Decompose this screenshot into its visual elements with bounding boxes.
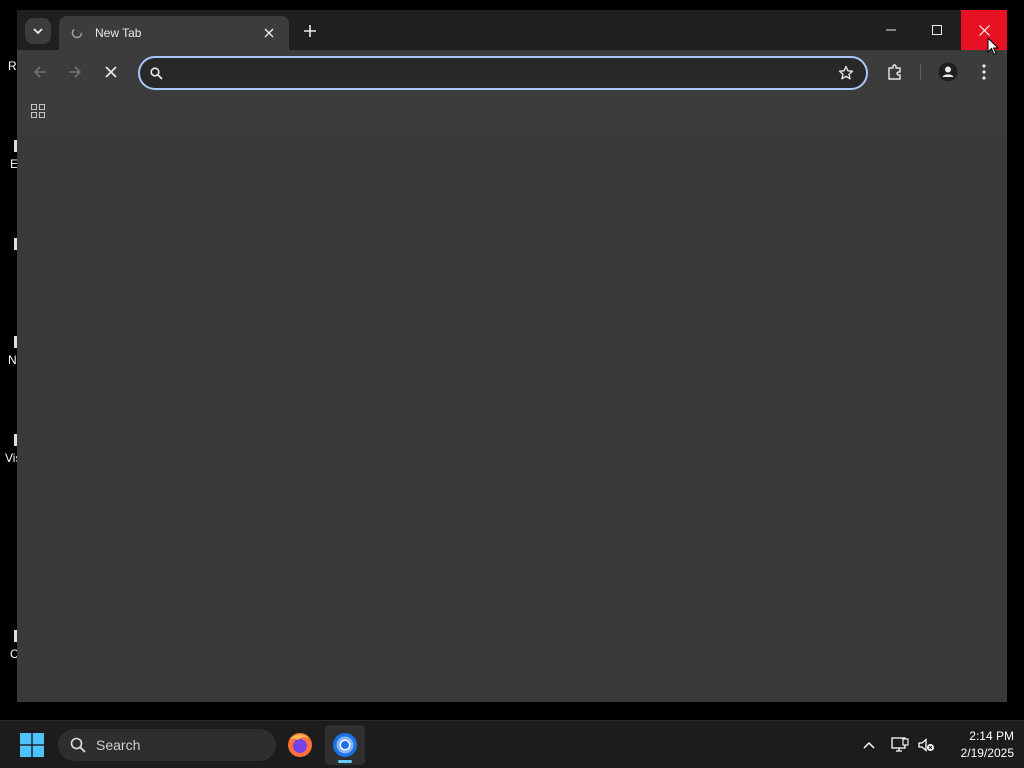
bookmark-star-icon[interactable]	[836, 63, 856, 83]
active-app-indicator	[338, 760, 352, 763]
puzzle-icon	[888, 64, 901, 80]
taskbar-app-firefox[interactable]	[280, 725, 320, 765]
stop-loading-button[interactable]	[97, 58, 125, 86]
address-input[interactable]	[173, 65, 836, 81]
maximize-icon	[932, 25, 942, 35]
taskbar-app-chrome[interactable]	[325, 725, 365, 765]
title-bar[interactable]: New Tab	[17, 10, 1007, 50]
search-icon	[70, 737, 86, 753]
new-tab-button[interactable]	[297, 18, 323, 44]
network-icon	[891, 737, 909, 752]
chevron-down-icon	[33, 28, 43, 35]
profile-icon	[938, 62, 958, 82]
tab-new-tab[interactable]: New Tab	[59, 16, 289, 50]
show-hidden-icons-button[interactable]	[857, 733, 881, 757]
arrow-right-icon	[69, 66, 82, 78]
profile-button[interactable]	[934, 58, 962, 86]
arrow-left-icon	[33, 66, 46, 78]
desktop-icon-label[interactable]: R	[8, 59, 17, 73]
plus-icon	[304, 25, 316, 37]
chevron-up-icon	[863, 741, 875, 749]
taskbar-clock[interactable]: 2:14 PM 2/19/2025	[940, 728, 1014, 762]
page-content[interactable]	[17, 130, 1007, 702]
taskbar: Search 2:14 PM 2/19/2025	[0, 720, 1024, 768]
firefox-icon	[288, 733, 312, 757]
minimize-icon	[886, 29, 896, 31]
back-button[interactable]	[26, 58, 54, 86]
close-icon	[978, 24, 990, 36]
loading-favicon-icon	[69, 25, 85, 41]
chrome-icon	[333, 733, 357, 757]
bookmarks-bar	[17, 94, 1007, 128]
apps-button[interactable]	[27, 100, 49, 122]
taskbar-search-box[interactable]: Search	[58, 729, 276, 761]
clock-time: 2:14 PM	[969, 729, 1014, 743]
menu-button[interactable]	[970, 58, 998, 86]
clock-date: 2/19/2025	[960, 746, 1014, 760]
desktop-icon-label[interactable]: N	[8, 353, 17, 367]
mouse-cursor-icon	[987, 37, 999, 56]
volume-muted-icon	[918, 738, 934, 752]
search-icon	[150, 66, 163, 80]
close-window-button[interactable]	[961, 10, 1007, 50]
toolbar-divider	[920, 64, 921, 80]
more-vertical-icon	[982, 64, 986, 80]
minimize-button[interactable]	[868, 10, 914, 50]
tab-title: New Tab	[95, 26, 142, 40]
maximize-button[interactable]	[914, 10, 960, 50]
close-icon	[105, 66, 117, 78]
taskbar-search-label: Search	[96, 737, 141, 753]
address-bar[interactable]	[138, 56, 868, 90]
extensions-button[interactable]	[881, 58, 909, 86]
apps-grid-icon	[31, 104, 45, 118]
windows-logo-icon	[20, 733, 44, 757]
forward-button[interactable]	[61, 58, 89, 86]
tab-close-icon[interactable]	[259, 23, 279, 43]
toolbar	[17, 50, 1007, 94]
network-status-button[interactable]	[888, 733, 912, 757]
tab-search-button[interactable]	[25, 18, 51, 44]
browser-window: New Tab	[17, 10, 1007, 702]
start-button[interactable]	[14, 729, 50, 761]
volume-button[interactable]	[914, 733, 938, 757]
